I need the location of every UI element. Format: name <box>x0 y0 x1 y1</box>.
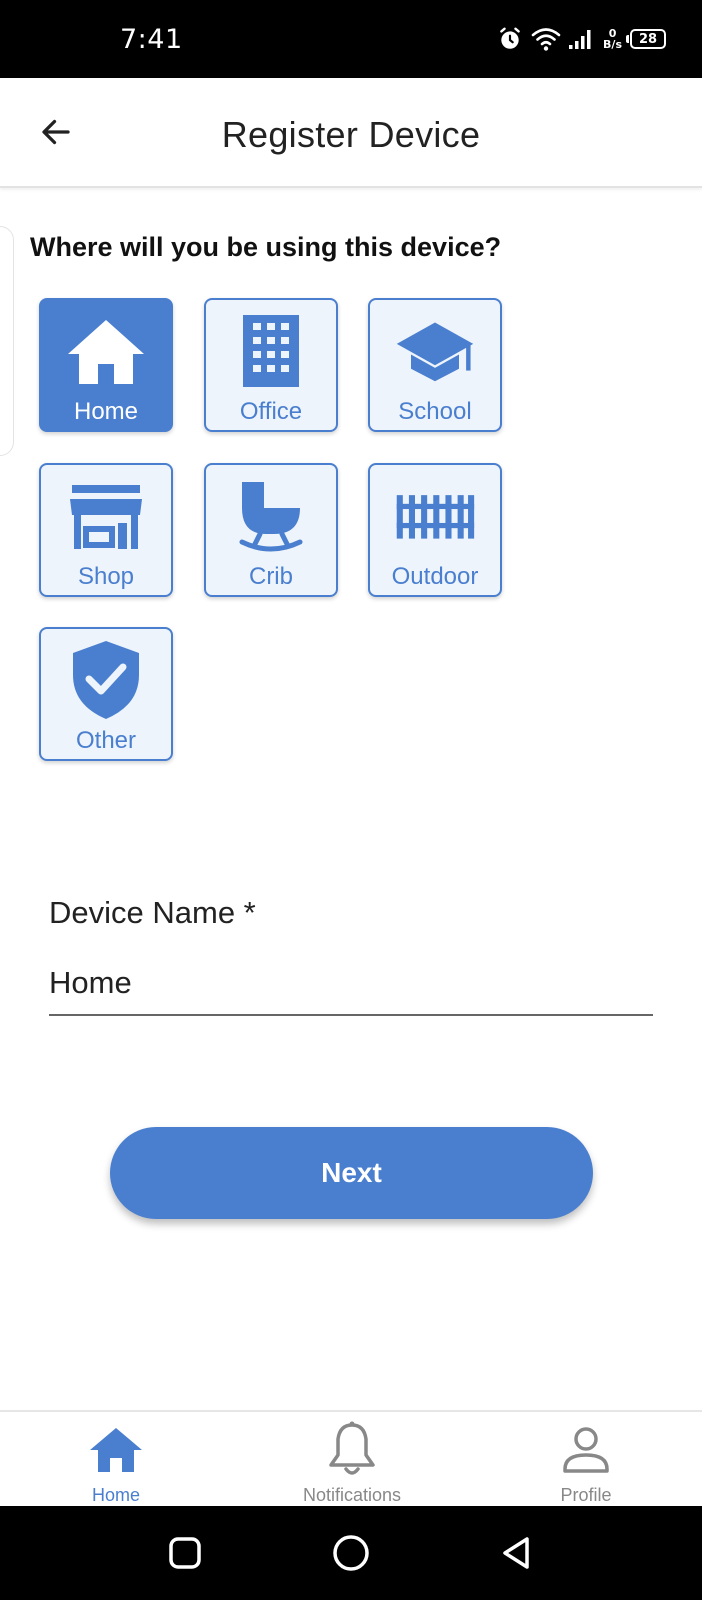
location-label: Crib <box>248 563 293 590</box>
location-label: Outdoor <box>391 563 479 590</box>
location-question: Where will you be using this device? <box>30 232 502 262</box>
wifi-icon <box>531 28 561 51</box>
crib-icon <box>231 477 311 555</box>
location-label: School <box>398 398 472 425</box>
next-button[interactable]: Next <box>110 1127 593 1219</box>
nav-item-notifications[interactable]: Notifications <box>272 1412 432 1508</box>
location-label: Other <box>75 727 137 754</box>
location-tile-home[interactable]: Home <box>39 298 173 432</box>
graduation-cap-icon <box>395 312 475 390</box>
bell-icon <box>324 1421 380 1478</box>
nav-item-home[interactable]: Home <box>36 1412 196 1508</box>
status-time: 7:41 <box>120 24 183 55</box>
location-label: Office <box>239 398 303 425</box>
square-icon <box>169 1537 201 1569</box>
page-title: Register Device <box>221 114 481 155</box>
location-tile-school[interactable]: School <box>368 298 502 432</box>
alarm-icon <box>500 27 520 49</box>
battery-icon: 28 <box>626 29 666 49</box>
device-name-input[interactable] <box>49 952 653 1016</box>
nav-label: Profile <box>560 1485 612 1505</box>
network-speed: 0 B/s <box>603 28 622 50</box>
recent-apps-button[interactable] <box>160 1528 210 1578</box>
shield-check-icon <box>66 641 146 719</box>
location-label: Home <box>73 398 139 425</box>
nav-item-profile[interactable]: Profile <box>506 1412 666 1508</box>
device-name-label: Device Name * <box>49 895 256 930</box>
location-tile-shop[interactable]: Shop <box>39 463 173 597</box>
storefront-icon <box>66 477 146 555</box>
status-bar: 7:41 0 B/s 28 <box>0 0 702 78</box>
status-icons: 0 B/s 28 <box>497 24 666 54</box>
location-tile-outdoor[interactable]: Outdoor <box>368 463 502 597</box>
office-building-icon <box>231 312 311 390</box>
side-drawer-handle[interactable] <box>0 226 14 456</box>
home-system-button[interactable] <box>326 1528 376 1578</box>
circle-icon <box>333 1535 369 1571</box>
back-system-button[interactable] <box>492 1528 542 1578</box>
home-icon <box>66 312 146 390</box>
network-speed-unit: B/s <box>603 38 622 51</box>
nav-label: Home <box>91 1485 140 1505</box>
location-tile-crib[interactable]: Crib <box>204 463 338 597</box>
nav-label: Notifications <box>302 1485 402 1505</box>
triangle-back-icon <box>503 1537 529 1569</box>
bottom-nav: Home Notifications Profile <box>0 1410 702 1506</box>
location-tile-other[interactable]: Other <box>39 627 173 761</box>
person-icon <box>558 1422 614 1478</box>
battery-level: 28 <box>638 31 658 47</box>
fence-icon <box>395 477 475 555</box>
location-label: Shop <box>77 563 135 590</box>
signal-icon <box>569 30 591 49</box>
location-tile-office[interactable]: Office <box>204 298 338 432</box>
system-nav-bar <box>0 1506 702 1600</box>
home-icon <box>88 1422 144 1478</box>
app-header: Register Device <box>0 78 702 188</box>
